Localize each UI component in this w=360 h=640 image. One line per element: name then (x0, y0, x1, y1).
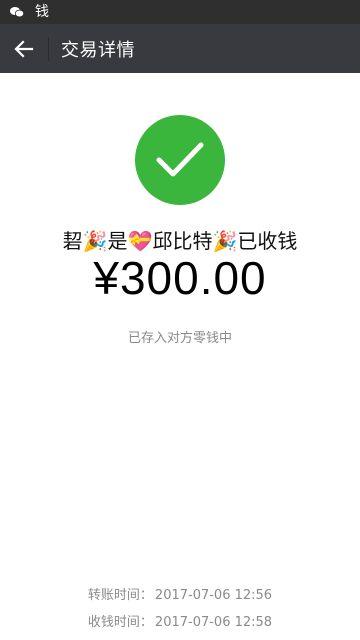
status-bar-title: 钱 (35, 4, 49, 20)
back-button[interactable] (0, 24, 48, 73)
wechat-icon (10, 6, 24, 18)
amount: ¥300.00 (93, 252, 267, 304)
transfer-time-label: 转账时间： (87, 588, 153, 603)
success-badge (135, 115, 225, 205)
receive-time-row: 收钱时间： 2017-07-06 12:58 (0, 611, 360, 630)
header-divider (48, 36, 49, 61)
receive-time-label: 收钱时间： (87, 615, 153, 630)
transfer-time-row: 转账时间： 2017-07-06 12:56 (0, 584, 360, 603)
status-bar: 钱 (0, 0, 360, 24)
transaction-detail: 䂮🎉是💝邱比特🎉已收钱 ¥300.00 已存入对方零钱中 转账时间： 2017-0… (0, 73, 360, 640)
payee-status-text: 䂮🎉是💝邱比特🎉已收钱 (62, 229, 298, 253)
page-title: 交易详情 (61, 39, 135, 61)
transfer-time-value: 2017-07-06 12:56 (154, 588, 273, 603)
check-icon (156, 142, 204, 177)
deposit-note: 已存入对方零钱中 (127, 331, 232, 346)
back-arrow-icon (14, 39, 34, 58)
top-nav-bar: 交易详情 (0, 24, 360, 73)
receive-time-value: 2017-07-06 12:58 (154, 615, 273, 630)
